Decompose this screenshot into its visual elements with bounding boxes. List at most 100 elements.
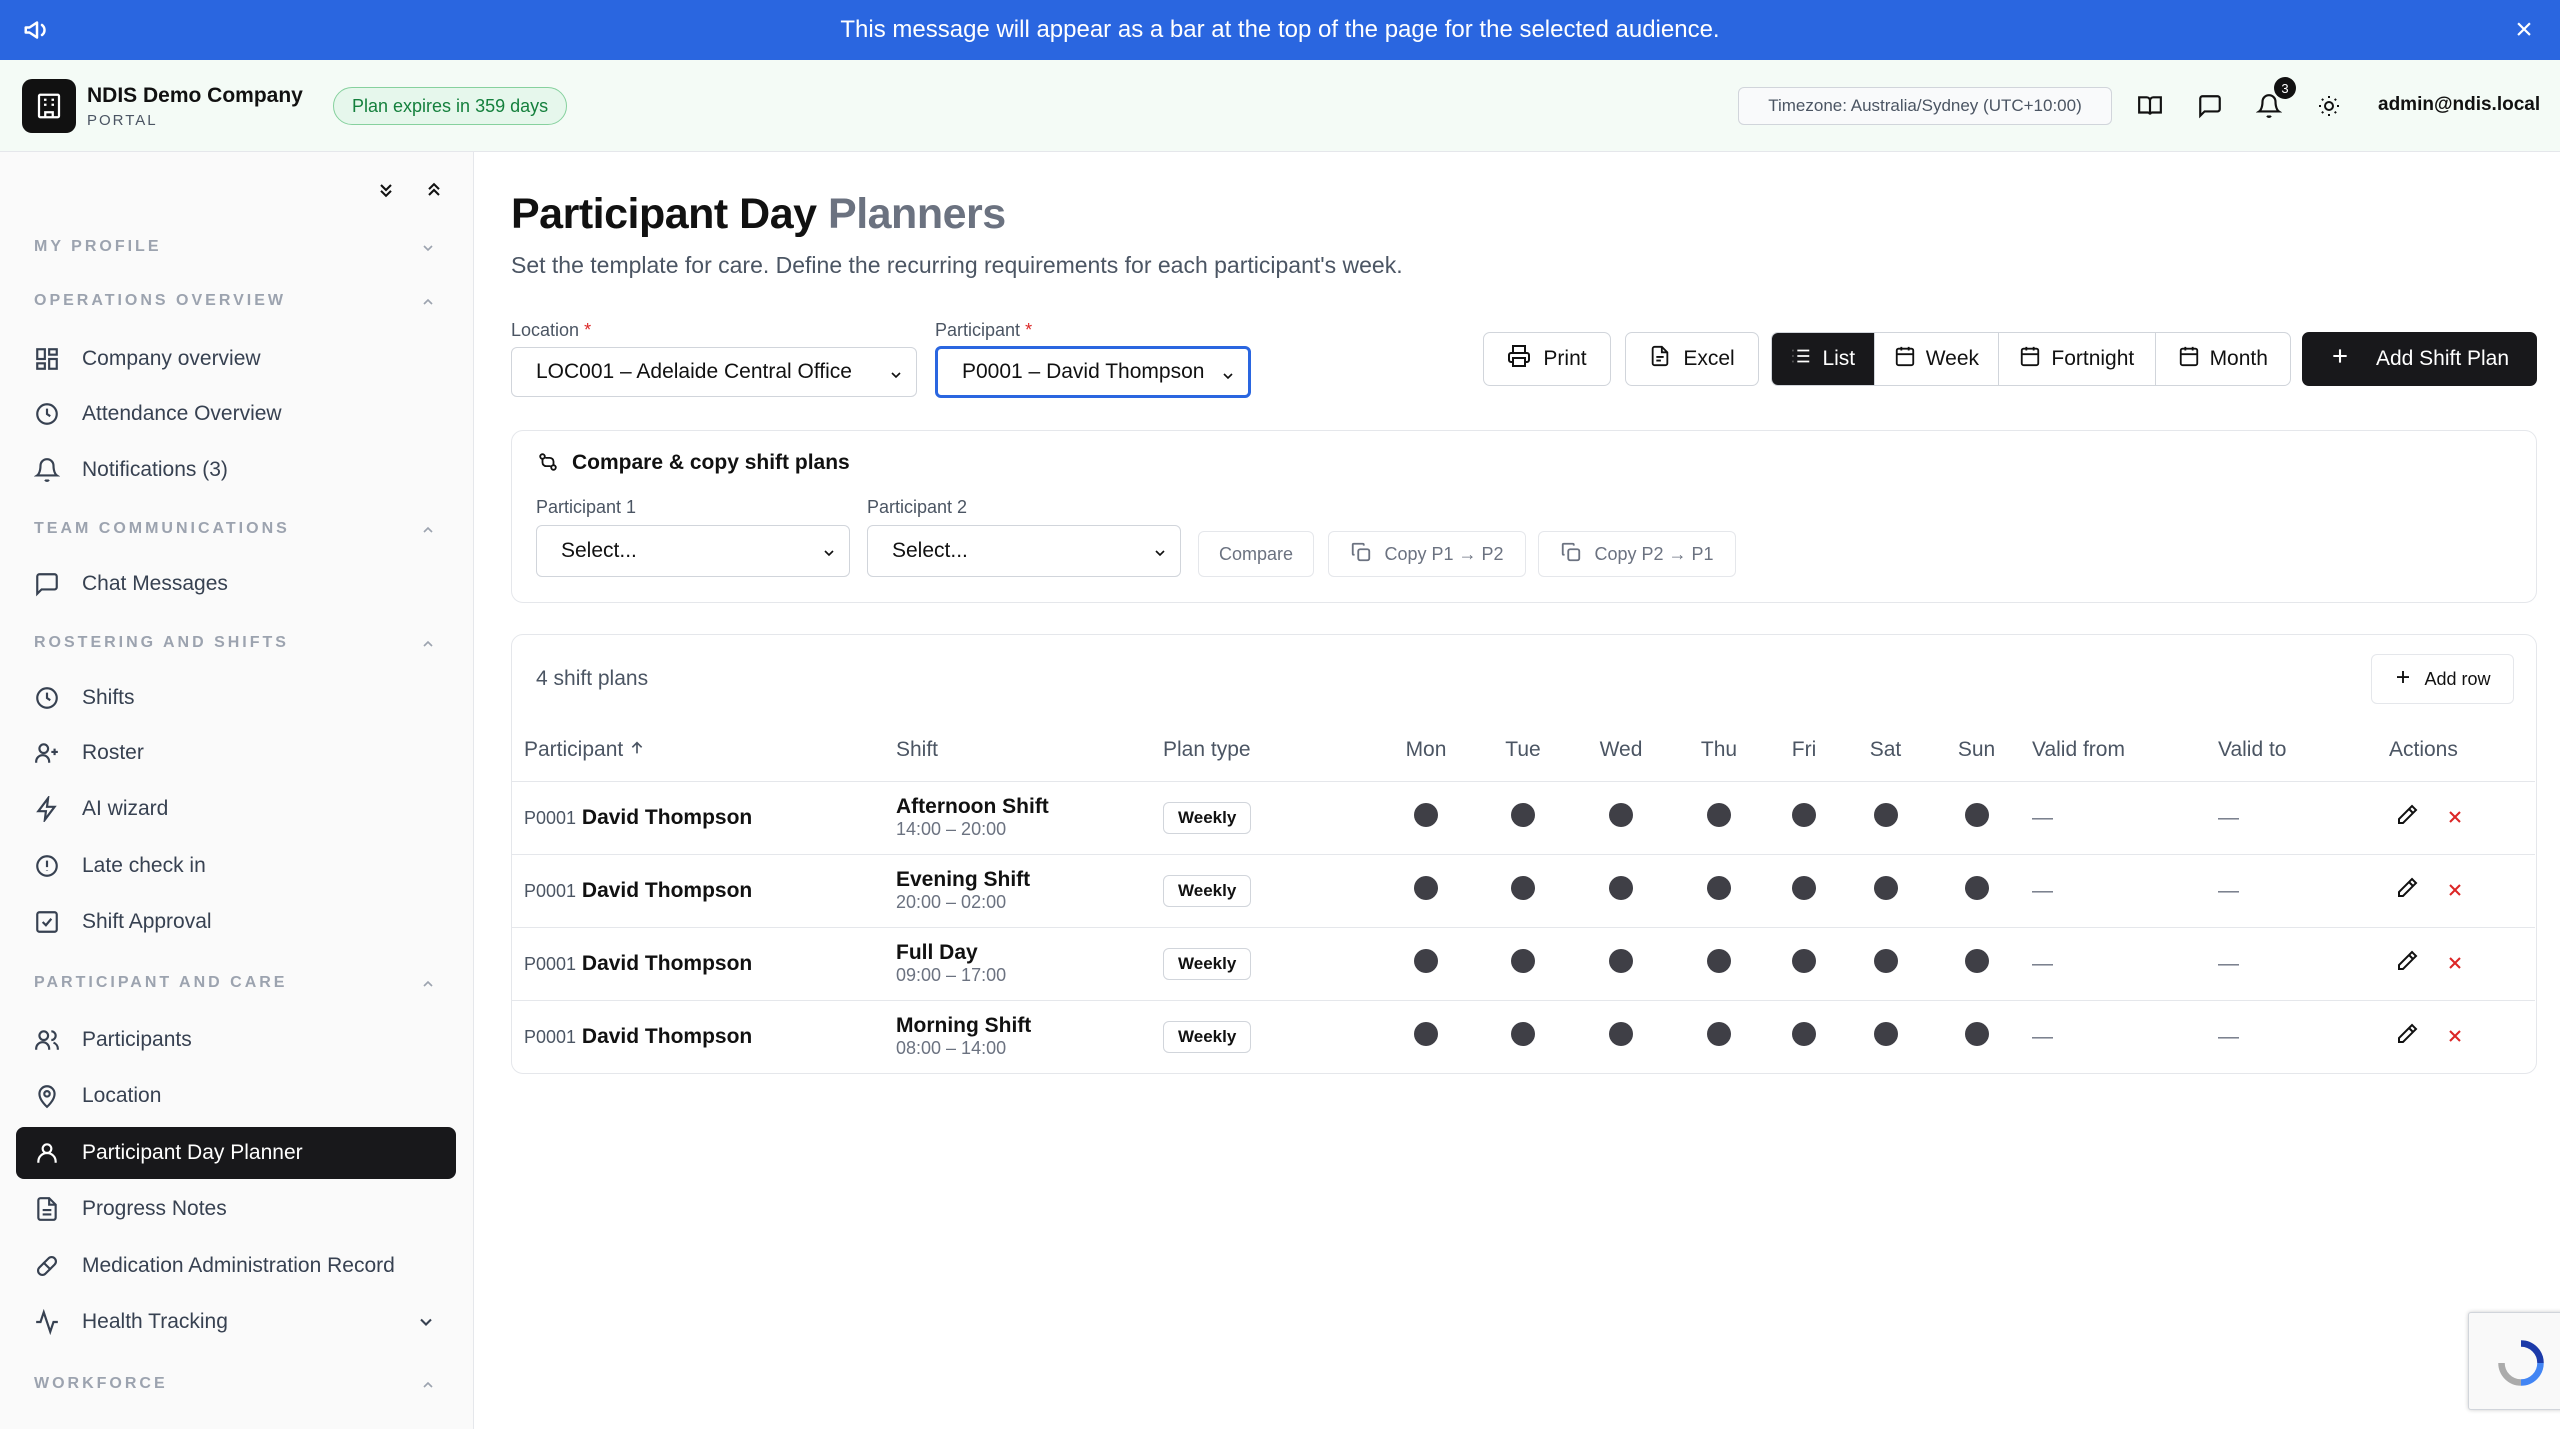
sidebar-item-day-planner[interactable]: Participant Day Planner bbox=[16, 1127, 456, 1179]
sidebar-item-roster[interactable]: Roster bbox=[16, 727, 456, 779]
chat-icon[interactable] bbox=[2192, 88, 2228, 124]
sidebar-item-progress-notes[interactable]: Progress Notes bbox=[16, 1183, 456, 1235]
zap-icon bbox=[30, 792, 64, 826]
participant1-select[interactable]: Select... bbox=[536, 525, 850, 577]
sidebar-item-company-overview[interactable]: Company overview bbox=[16, 333, 456, 385]
sidebar: MY PROFILE OPERATIONS OVERVIEW Company o… bbox=[0, 152, 474, 1429]
column-header-participant[interactable]: Participant bbox=[511, 719, 896, 782]
section-rostering[interactable]: ROSTERING AND SHIFTS bbox=[34, 634, 289, 652]
recaptcha-badge[interactable] bbox=[2468, 1312, 2560, 1410]
cell-plan-type: Weekly bbox=[1163, 854, 1378, 928]
edit-icon[interactable] bbox=[2395, 1022, 2419, 1052]
edit-icon[interactable] bbox=[2395, 876, 2419, 906]
close-icon[interactable]: × bbox=[2506, 12, 2542, 48]
section-operations[interactable]: OPERATIONS OVERVIEW bbox=[34, 292, 286, 310]
chevron-down-icon[interactable] bbox=[420, 240, 436, 256]
add-row-button[interactable]: Add row bbox=[2371, 654, 2514, 704]
chevron-up-icon[interactable] bbox=[420, 522, 436, 538]
cell-valid-to: — bbox=[2218, 1024, 2239, 1048]
delete-icon[interactable] bbox=[2445, 807, 2465, 833]
shift-plans-table: Participant Shift Plan type Mon Tue Wed … bbox=[511, 719, 2535, 1073]
copy-p1-to-p2-button[interactable]: Copy P1 → P2 bbox=[1328, 531, 1526, 577]
table-row[interactable]: P0001 David Thompson Full Day 09:00 – 17:0… bbox=[511, 927, 2535, 1001]
cell-plan-type: Weekly bbox=[1163, 1000, 1378, 1073]
participant-select[interactable]: P0001 – David Thompson bbox=[935, 346, 1251, 398]
column-header-sun: Sun bbox=[1931, 719, 2022, 782]
sidebar-item-notifications[interactable]: Notifications (3) bbox=[16, 444, 456, 496]
chevron-down-icon bbox=[1220, 366, 1236, 382]
table-row[interactable]: P0001 David Thompson Evening Shift 20:00 –… bbox=[511, 854, 2535, 928]
table-row[interactable]: P0001 David Thompson Morning Shift 08:00 –… bbox=[511, 1000, 2535, 1073]
print-button[interactable]: Print bbox=[1483, 332, 1611, 386]
view-list-button[interactable]: List bbox=[1772, 333, 1875, 385]
plus-icon bbox=[2330, 346, 2350, 372]
user-account[interactable]: admin@ndis.local bbox=[2378, 94, 2540, 116]
expand-all-icon[interactable] bbox=[424, 180, 444, 205]
chevron-up-icon[interactable] bbox=[420, 976, 436, 992]
map-pin-icon bbox=[30, 1079, 64, 1113]
sidebar-item-shifts[interactable]: Shifts bbox=[16, 672, 456, 724]
filled-dot-icon bbox=[1873, 875, 1898, 900]
participant2-label: Participant 2 bbox=[867, 497, 968, 517]
sidebar-item-chat[interactable]: Chat Messages bbox=[16, 558, 456, 610]
chevron-up-icon[interactable] bbox=[420, 294, 436, 310]
filled-dot-icon bbox=[1707, 1021, 1731, 1046]
sidebar-item-late-checkin[interactable]: Late check in bbox=[16, 840, 456, 892]
edit-icon[interactable] bbox=[2395, 803, 2419, 833]
sidebar-item-shift-approval[interactable]: Shift Approval bbox=[16, 896, 456, 948]
chevron-up-icon[interactable] bbox=[420, 1377, 436, 1393]
filled-dot-icon bbox=[1873, 802, 1898, 827]
day-active-indicator bbox=[1670, 927, 1768, 1001]
filled-dot-icon bbox=[1873, 1021, 1898, 1046]
participant2-select[interactable]: Select... bbox=[867, 525, 1181, 577]
add-shift-plan-button[interactable]: Add Shift Plan bbox=[2302, 332, 2537, 386]
section-participant-care[interactable]: PARTICIPANT AND CARE bbox=[34, 974, 287, 992]
delete-icon[interactable] bbox=[2445, 953, 2465, 979]
company-name: NDIS Demo Company bbox=[87, 84, 303, 107]
delete-icon[interactable] bbox=[2445, 1026, 2465, 1052]
plan-type-badge: Weekly bbox=[1163, 1020, 1252, 1053]
book-icon[interactable] bbox=[2132, 88, 2168, 124]
view-month-button[interactable]: Month bbox=[2156, 333, 2290, 385]
activity-icon bbox=[30, 1305, 64, 1339]
sidebar-item-participants[interactable]: Participants bbox=[16, 1014, 456, 1066]
sidebar-item-health-tracking[interactable]: Health Tracking bbox=[16, 1296, 456, 1348]
sidebar-item-medication[interactable]: Medication Administration Record bbox=[16, 1240, 456, 1292]
plan-expiry-badge: Plan expires in 359 days bbox=[333, 87, 568, 125]
day-active-indicator bbox=[1670, 1000, 1768, 1073]
edit-icon[interactable] bbox=[2395, 949, 2419, 979]
table-row[interactable]: P0001 David Thompson Afternoon Shift 14:00… bbox=[511, 781, 2535, 855]
collapse-all-icon[interactable] bbox=[376, 180, 396, 205]
sidebar-item-label: Location bbox=[82, 1084, 162, 1107]
view-fortnight-button[interactable]: Fortnight bbox=[1999, 333, 2156, 385]
day-active-indicator bbox=[1670, 781, 1768, 855]
copy-p2-to-p1-button[interactable]: Copy P2 → P1 bbox=[1538, 531, 1736, 577]
section-my-profile[interactable]: MY PROFILE bbox=[34, 238, 162, 256]
section-workforce[interactable]: WORKFORCE bbox=[34, 1375, 168, 1393]
column-header-fri: Fri bbox=[1768, 719, 1840, 782]
sun-icon[interactable] bbox=[2311, 88, 2347, 124]
section-team-communications[interactable]: TEAM COMMUNICATIONS bbox=[34, 520, 290, 538]
compare-button[interactable]: Compare bbox=[1198, 531, 1314, 577]
day-active-indicator bbox=[1474, 1000, 1572, 1073]
filled-dot-icon bbox=[1792, 802, 1816, 827]
cell-participant: P0001 David Thompson bbox=[511, 781, 896, 855]
chevron-up-icon[interactable] bbox=[420, 636, 436, 652]
column-header-valid-to: Valid to bbox=[2212, 719, 2360, 782]
cell-valid-from: — bbox=[2022, 854, 2212, 928]
plan-type-badge: Weekly bbox=[1163, 947, 1252, 980]
cell-valid-from: — bbox=[2022, 927, 2212, 1001]
day-active-indicator bbox=[1474, 927, 1572, 1001]
day-active-indicator bbox=[1931, 854, 2022, 928]
sidebar-item-label: Medication Administration Record bbox=[82, 1254, 395, 1277]
location-select[interactable]: LOC001 – Adelaide Central Office bbox=[511, 347, 917, 397]
company-logo[interactable] bbox=[22, 79, 76, 133]
filled-dot-icon bbox=[1414, 948, 1438, 973]
delete-icon[interactable] bbox=[2445, 880, 2465, 906]
view-week-button[interactable]: Week bbox=[1875, 333, 2000, 385]
file-icon bbox=[1649, 345, 1671, 373]
sidebar-item-ai-wizard[interactable]: AI wizard bbox=[16, 783, 456, 835]
sidebar-item-attendance[interactable]: Attendance Overview bbox=[16, 388, 456, 440]
sidebar-item-location[interactable]: Location bbox=[16, 1070, 456, 1122]
excel-button[interactable]: Excel bbox=[1625, 332, 1759, 386]
